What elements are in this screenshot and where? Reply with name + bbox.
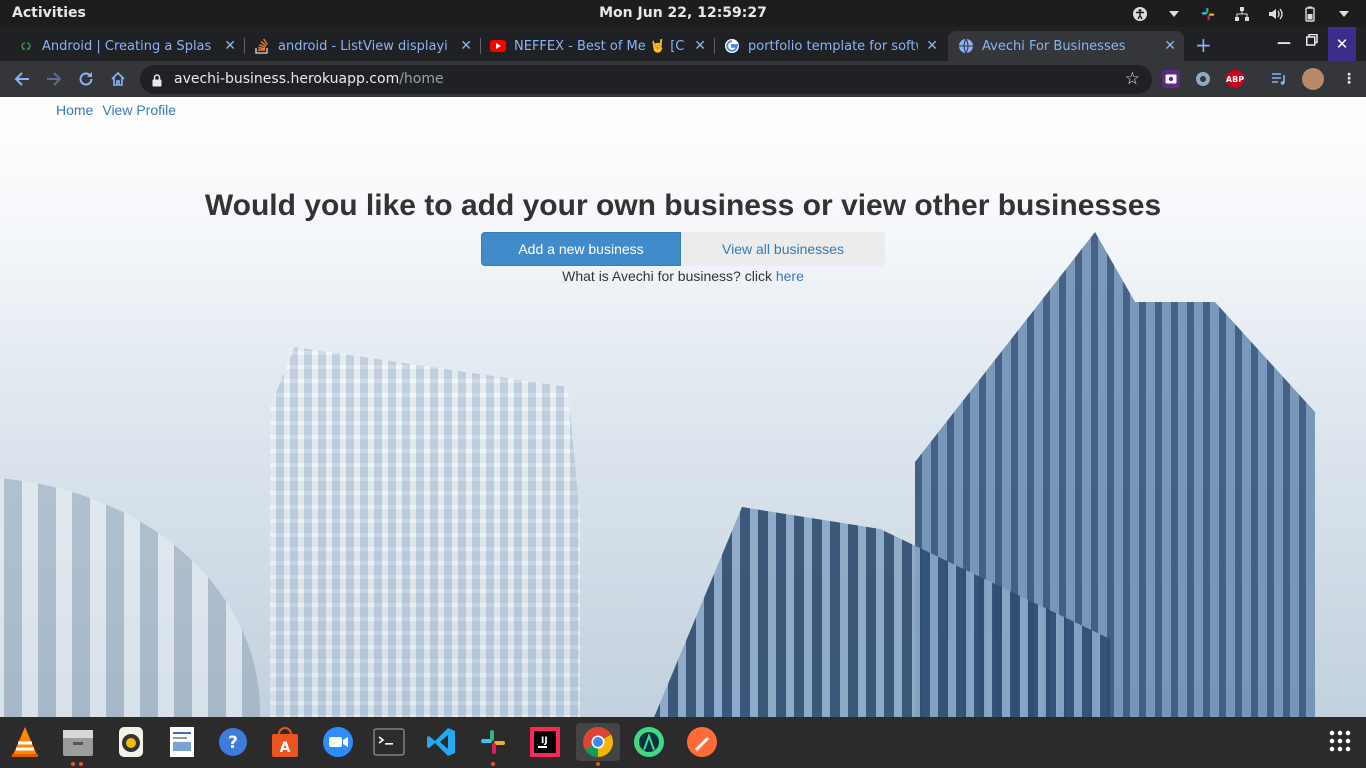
tab-title: portfolio template for softw bbox=[748, 38, 918, 54]
volume-icon[interactable] bbox=[1268, 6, 1284, 22]
browser-toolbar: avechi-business.herokuapp.com/home ☆ ABP… bbox=[0, 61, 1366, 97]
gfg-icon bbox=[18, 38, 34, 54]
postman-icon[interactable] bbox=[683, 723, 721, 761]
home-icon[interactable] bbox=[108, 69, 128, 89]
url-host: avechi-business.herokuapp.com bbox=[174, 71, 400, 87]
about-here-link[interactable]: here bbox=[776, 268, 804, 284]
reload-icon[interactable] bbox=[76, 69, 96, 89]
slack-tray-icon[interactable] bbox=[1200, 6, 1216, 22]
running-indicator bbox=[491, 762, 495, 766]
help-icon[interactable]: ? bbox=[214, 723, 252, 761]
tab-avechi-active[interactable]: Avechi For Businesses ✕ bbox=[948, 31, 1184, 61]
vscode-icon[interactable] bbox=[422, 723, 460, 761]
view-businesses-button[interactable]: View all businesses bbox=[681, 232, 885, 266]
terminal-icon[interactable] bbox=[370, 723, 408, 761]
globe-icon bbox=[958, 38, 974, 54]
tab-strip: Android | Creating a Splash S ✕ android … bbox=[0, 27, 1366, 61]
tab-title: Avechi For Businesses bbox=[982, 38, 1126, 54]
google-icon bbox=[724, 38, 740, 54]
accessibility-icon[interactable] bbox=[1132, 6, 1148, 22]
maximize-icon[interactable] bbox=[1306, 33, 1318, 50]
tab-title: android - ListView displaying bbox=[278, 38, 448, 54]
activities-button[interactable]: Activities bbox=[12, 5, 86, 21]
slack-icon[interactable] bbox=[474, 723, 512, 766]
files-icon[interactable] bbox=[59, 723, 97, 766]
site-nav: Home View Profile bbox=[56, 102, 176, 118]
tab-stackoverflow[interactable]: android - ListView displaying ✕ bbox=[244, 31, 481, 61]
window-close-icon[interactable]: ✕ bbox=[1328, 27, 1356, 61]
chrome-menu-icon[interactable]: ⋮ bbox=[1340, 70, 1358, 88]
system-top-bar: Activities Mon Jun 22, 12:59:27 bbox=[0, 0, 1366, 27]
back-arrow-icon[interactable] bbox=[12, 69, 32, 89]
svg-text:A: A bbox=[280, 740, 291, 756]
profile-avatar[interactable] bbox=[1302, 68, 1324, 90]
software-center-icon[interactable]: A bbox=[266, 723, 304, 761]
svg-text:IJ: IJ bbox=[541, 736, 548, 746]
running-indicator bbox=[596, 762, 600, 766]
extension-circle-icon[interactable] bbox=[1194, 70, 1212, 88]
tab-title: NEFFEX - Best of Me 🤘 [Cop bbox=[514, 38, 684, 54]
adblock-plus-icon[interactable]: ABP bbox=[1226, 70, 1244, 88]
nav-home-link[interactable]: Home bbox=[56, 102, 93, 118]
chrome-icon[interactable] bbox=[576, 723, 620, 766]
tab-google[interactable]: portfolio template for softw ✕ bbox=[714, 31, 946, 61]
close-icon[interactable]: ✕ bbox=[224, 38, 236, 54]
background-building-white-tower bbox=[270, 347, 580, 717]
running-indicator bbox=[79, 762, 83, 766]
new-tab-button[interactable]: + bbox=[1195, 33, 1212, 57]
system-menu-chevron-icon[interactable] bbox=[1336, 6, 1352, 22]
tab-title: Android | Creating a Splash S bbox=[42, 38, 212, 54]
about-prompt: What is Avechi for business? click here bbox=[0, 268, 1366, 284]
url-path: /home bbox=[399, 71, 444, 87]
stackoverflow-icon bbox=[254, 38, 270, 54]
clock[interactable]: Mon Jun 22, 12:59:27 bbox=[599, 5, 767, 21]
system-tray bbox=[1132, 4, 1352, 23]
bookmark-star-icon[interactable]: ☆ bbox=[1125, 69, 1140, 89]
nav-view-profile-link[interactable]: View Profile bbox=[102, 102, 176, 118]
close-icon[interactable]: ✕ bbox=[926, 38, 938, 54]
abp-label: ABP bbox=[1225, 74, 1245, 84]
address-bar[interactable]: avechi-business.herokuapp.com/home ☆ bbox=[140, 65, 1152, 94]
close-icon[interactable]: ✕ bbox=[1164, 38, 1176, 54]
minimize-icon[interactable]: — bbox=[1277, 35, 1291, 51]
about-prompt-text: What is Avechi for business? click bbox=[562, 268, 776, 284]
dock: ? A IJ bbox=[0, 717, 1366, 768]
network-icon[interactable] bbox=[1234, 6, 1250, 22]
chevron-down-icon[interactable] bbox=[1166, 6, 1182, 22]
rhythmbox-icon[interactable] bbox=[112, 723, 150, 761]
android-studio-icon[interactable] bbox=[630, 723, 668, 761]
extension-screen-icon[interactable] bbox=[1162, 70, 1180, 88]
forward-arrow-icon[interactable] bbox=[44, 69, 64, 89]
battery-icon[interactable] bbox=[1302, 6, 1318, 22]
youtube-icon bbox=[490, 38, 506, 54]
running-indicator bbox=[71, 762, 75, 766]
tab-gfg[interactable]: Android | Creating a Splash S ✕ bbox=[8, 31, 245, 61]
url-text: avechi-business.herokuapp.com/home bbox=[174, 71, 444, 87]
add-business-button[interactable]: Add a new business bbox=[481, 232, 681, 266]
background-building-left bbox=[0, 477, 260, 717]
lock-icon[interactable] bbox=[152, 72, 162, 91]
close-icon[interactable]: ✕ bbox=[694, 38, 706, 54]
intellij-icon[interactable]: IJ bbox=[526, 723, 564, 761]
svg-text:?: ? bbox=[228, 733, 238, 753]
action-button-group: Add a new business View all businesses bbox=[481, 232, 885, 266]
vlc-icon[interactable] bbox=[6, 723, 44, 761]
tab-youtube[interactable]: NEFFEX - Best of Me 🤘 [Cop ✕ bbox=[480, 31, 715, 61]
zoom-icon[interactable] bbox=[319, 723, 357, 761]
page-viewport: Home View Profile Would you like to add … bbox=[0, 97, 1366, 717]
show-applications-icon[interactable] bbox=[1328, 729, 1352, 753]
document-viewer-icon[interactable] bbox=[163, 723, 201, 761]
media-control-icon[interactable] bbox=[1270, 70, 1288, 88]
page-heading: Would you like to add your own business … bbox=[204, 189, 1162, 222]
close-icon[interactable]: ✕ bbox=[460, 38, 472, 54]
